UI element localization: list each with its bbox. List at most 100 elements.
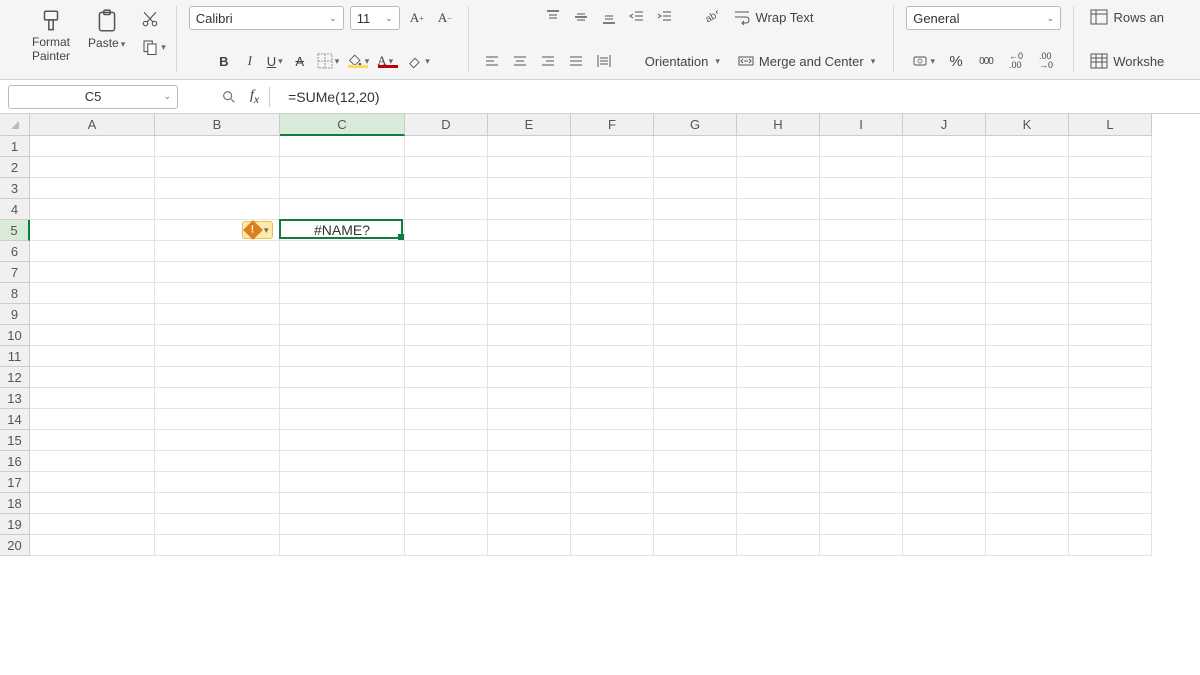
cell[interactable]: [986, 514, 1069, 535]
cell[interactable]: [488, 451, 571, 472]
cell[interactable]: [737, 220, 820, 241]
cell[interactable]: [903, 472, 986, 493]
cell[interactable]: [903, 283, 986, 304]
row-header[interactable]: 9: [0, 304, 30, 325]
cell[interactable]: [820, 367, 903, 388]
row-header[interactable]: 4: [0, 199, 30, 220]
cell[interactable]: [986, 472, 1069, 493]
cell[interactable]: [737, 430, 820, 451]
cell[interactable]: [155, 514, 280, 535]
cell[interactable]: [654, 430, 737, 451]
cell[interactable]: [488, 241, 571, 262]
cell[interactable]: [903, 451, 986, 472]
cell[interactable]: [30, 136, 155, 157]
cell[interactable]: [571, 241, 654, 262]
cell[interactable]: [155, 388, 280, 409]
cell[interactable]: [986, 157, 1069, 178]
cell[interactable]: [820, 325, 903, 346]
cell[interactable]: [571, 472, 654, 493]
cell[interactable]: [155, 535, 280, 556]
cell[interactable]: [1069, 346, 1152, 367]
cell[interactable]: [654, 451, 737, 472]
cell[interactable]: [280, 304, 405, 325]
cell[interactable]: [571, 199, 654, 220]
cell[interactable]: [155, 367, 280, 388]
cell[interactable]: [405, 220, 488, 241]
cell[interactable]: [903, 262, 986, 283]
cell[interactable]: [986, 535, 1069, 556]
cell[interactable]: [737, 409, 820, 430]
column-header[interactable]: F: [571, 114, 654, 136]
cell[interactable]: [1069, 262, 1152, 283]
cell[interactable]: [1069, 157, 1152, 178]
cell[interactable]: [30, 241, 155, 262]
cell[interactable]: [654, 262, 737, 283]
cell[interactable]: [820, 535, 903, 556]
cell[interactable]: [280, 409, 405, 430]
comma-style-button[interactable]: 000: [975, 50, 997, 72]
cell[interactable]: [737, 451, 820, 472]
cell[interactable]: [1069, 325, 1152, 346]
orientation-button[interactable]: Orientation▾: [639, 51, 726, 72]
cell[interactable]: [986, 451, 1069, 472]
row-header[interactable]: 1: [0, 136, 30, 157]
row-header[interactable]: 16: [0, 451, 30, 472]
row-header[interactable]: 7: [0, 262, 30, 283]
column-header[interactable]: A: [30, 114, 155, 136]
cell[interactable]: [30, 409, 155, 430]
cell[interactable]: [820, 514, 903, 535]
cell[interactable]: [820, 283, 903, 304]
cell[interactable]: [820, 472, 903, 493]
cell[interactable]: [986, 430, 1069, 451]
cell[interactable]: [986, 367, 1069, 388]
cell[interactable]: [155, 346, 280, 367]
cell[interactable]: [488, 346, 571, 367]
cell[interactable]: [1069, 409, 1152, 430]
cell[interactable]: [280, 346, 405, 367]
cell[interactable]: [571, 514, 654, 535]
align-left-button[interactable]: [481, 50, 503, 72]
cell[interactable]: [820, 136, 903, 157]
cell[interactable]: [280, 283, 405, 304]
cell[interactable]: [737, 304, 820, 325]
cell[interactable]: [280, 136, 405, 157]
align-right-button[interactable]: [537, 50, 559, 72]
cell[interactable]: [30, 346, 155, 367]
row-header[interactable]: 18: [0, 493, 30, 514]
cell[interactable]: [280, 472, 405, 493]
cell[interactable]: [820, 178, 903, 199]
cell[interactable]: [654, 367, 737, 388]
cell[interactable]: [1069, 430, 1152, 451]
cell[interactable]: [571, 325, 654, 346]
align-middle-button[interactable]: [570, 6, 592, 28]
cell[interactable]: [986, 262, 1069, 283]
cell[interactable]: [155, 472, 280, 493]
cell[interactable]: [30, 178, 155, 199]
cell[interactable]: [820, 409, 903, 430]
cell[interactable]: [488, 409, 571, 430]
column-header[interactable]: B: [155, 114, 280, 136]
column-header[interactable]: D: [405, 114, 488, 136]
fill-color-button[interactable]: ▾: [345, 53, 371, 69]
cell[interactable]: [571, 493, 654, 514]
cell[interactable]: [488, 304, 571, 325]
decrease-font-button[interactable]: A−: [434, 7, 456, 29]
cell[interactable]: [571, 430, 654, 451]
cell[interactable]: [30, 157, 155, 178]
cell[interactable]: [30, 430, 155, 451]
cell[interactable]: [405, 136, 488, 157]
cell[interactable]: [405, 388, 488, 409]
number-format-select[interactable]: General⌄: [906, 6, 1061, 30]
decrease-decimal-button[interactable]: .00→0: [1035, 50, 1057, 72]
bold-button[interactable]: B: [213, 50, 235, 72]
cell[interactable]: [986, 241, 1069, 262]
cell[interactable]: [737, 535, 820, 556]
cell[interactable]: [986, 220, 1069, 241]
cell[interactable]: [280, 430, 405, 451]
cell[interactable]: [1069, 241, 1152, 262]
paste-button[interactable]: Paste▾: [84, 6, 129, 52]
formula-input[interactable]: [280, 89, 1192, 105]
cell[interactable]: [405, 409, 488, 430]
cell[interactable]: [405, 325, 488, 346]
cell[interactable]: [903, 136, 986, 157]
